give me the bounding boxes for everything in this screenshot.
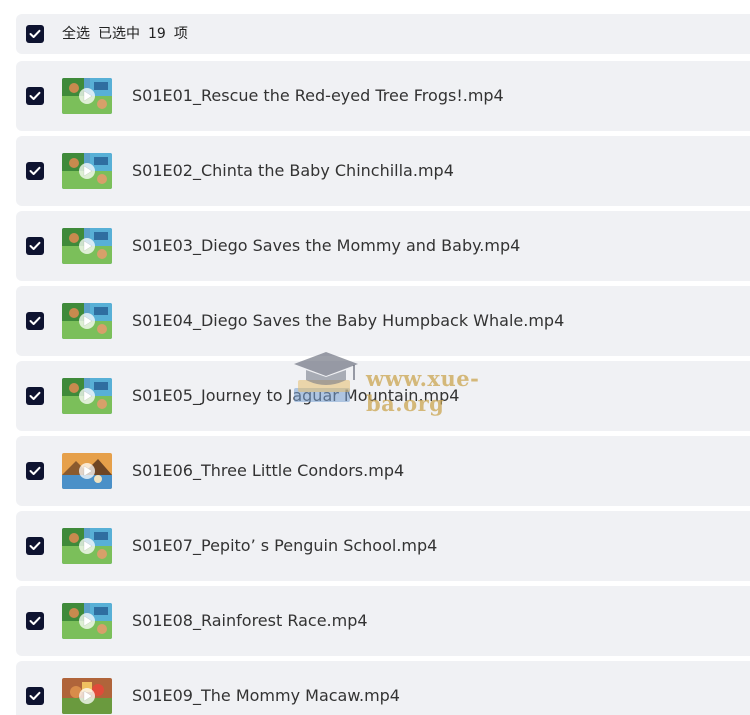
file-checkbox[interactable] <box>26 687 44 705</box>
file-checkbox[interactable] <box>26 612 44 630</box>
file-row[interactable]: S01E03_Diego Saves the Mommy and Baby.mp… <box>16 211 750 281</box>
file-checkbox[interactable] <box>26 87 44 105</box>
jungle-thumbnail-icon <box>62 603 112 639</box>
file-checkbox[interactable] <box>26 312 44 330</box>
play-icon <box>79 688 95 704</box>
checkmark-icon <box>29 166 41 175</box>
file-checkbox[interactable] <box>26 462 44 480</box>
selected-suffix: 项 <box>173 26 188 42</box>
jungle-thumbnail-icon <box>62 153 112 189</box>
file-row[interactable]: S01E06_Three Little Condors.mp4 <box>16 436 750 506</box>
select-all-bar: 全选 已选中 19 项 <box>16 14 750 54</box>
file-checkbox[interactable] <box>26 237 44 255</box>
file-name: S01E09_The Mommy Macaw.mp4 <box>132 686 400 705</box>
selection-summary: 全选 已选中 19 项 <box>62 14 196 54</box>
file-name: S01E04_Diego Saves the Baby Humpback Wha… <box>132 311 565 330</box>
checkmark-icon <box>29 241 41 250</box>
file-name: S01E01_Rescue the Red-eyed Tree Frogs!.m… <box>132 86 504 105</box>
file-name: S01E05_Journey to Jaguar Mountain.mp4 <box>132 386 460 405</box>
file-row[interactable]: S01E09_The Mommy Macaw.mp4 <box>16 661 750 715</box>
play-icon <box>79 388 95 404</box>
file-row[interactable]: S01E07_Pepito’ s Penguin School.mp4 <box>16 511 750 581</box>
file-row[interactable]: S01E02_Chinta the Baby Chinchilla.mp4 <box>16 136 750 206</box>
file-checkbox[interactable] <box>26 162 44 180</box>
play-icon <box>79 163 95 179</box>
selected-prefix: 已选中 <box>98 26 140 42</box>
file-checkbox[interactable] <box>26 537 44 555</box>
checkmark-icon <box>29 391 41 400</box>
checkmark-icon <box>29 466 41 475</box>
file-row[interactable]: S01E05_Journey to Jaguar Mountain.mp4 <box>16 361 750 431</box>
checkmark-icon <box>29 316 41 325</box>
file-row[interactable]: S01E01_Rescue the Red-eyed Tree Frogs!.m… <box>16 61 750 131</box>
file-row[interactable]: S01E08_Rainforest Race.mp4 <box>16 586 750 656</box>
jungle-thumbnail-icon <box>62 228 112 264</box>
play-icon <box>79 613 95 629</box>
play-icon <box>79 88 95 104</box>
file-name: S01E02_Chinta the Baby Chinchilla.mp4 <box>132 161 454 180</box>
checkmark-icon <box>29 541 41 550</box>
select-all-label[interactable]: 全选 <box>62 26 90 42</box>
file-name: S01E08_Rainforest Race.mp4 <box>132 611 368 630</box>
file-name: S01E07_Pepito’ s Penguin School.mp4 <box>132 536 438 555</box>
play-icon <box>79 463 95 479</box>
jungle-thumbnail-icon <box>62 378 112 414</box>
select-all-checkbox[interactable] <box>26 25 44 43</box>
file-name: S01E03_Diego Saves the Mommy and Baby.mp… <box>132 236 521 255</box>
play-icon <box>79 538 95 554</box>
file-name: S01E06_Three Little Condors.mp4 <box>132 461 405 480</box>
checkmark-icon <box>29 91 41 100</box>
mountain-thumbnail-icon <box>62 453 112 489</box>
file-checkbox[interactable] <box>26 387 44 405</box>
forest-thumbnail-icon <box>62 678 112 714</box>
jungle-thumbnail-icon <box>62 78 112 114</box>
file-row[interactable]: S01E04_Diego Saves the Baby Humpback Wha… <box>16 286 750 356</box>
checkmark-icon <box>29 29 41 38</box>
play-icon <box>79 313 95 329</box>
file-selection-list: 全选 已选中 19 项 S01E01_Rescue the Red-eyed Tree… <box>0 0 750 715</box>
play-icon <box>79 238 95 254</box>
selected-count: 19 <box>148 26 166 42</box>
jungle-thumbnail-icon <box>62 528 112 564</box>
checkmark-icon <box>29 616 41 625</box>
checkmark-icon <box>29 691 41 700</box>
jungle-thumbnail-icon <box>62 303 112 339</box>
